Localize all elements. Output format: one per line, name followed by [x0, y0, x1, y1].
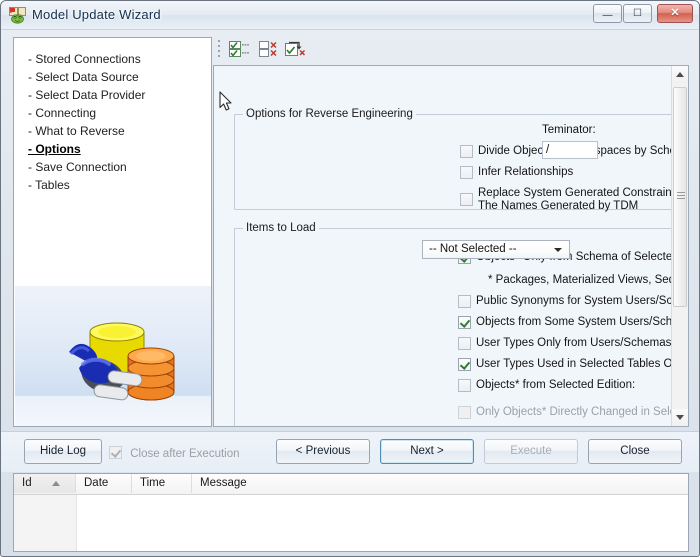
invert-selection-icon[interactable] [283, 38, 309, 60]
mouse-cursor [219, 91, 232, 111]
chevron-down-icon [554, 248, 562, 252]
sidebar-item-what-to-reverse[interactable]: - What to Reverse [26, 122, 206, 140]
checkbox-box [109, 446, 122, 459]
execute-button: Execute [484, 439, 578, 464]
window-title: Model Update Wizard [32, 7, 161, 22]
checkbox-label: Only Objects* Directly Changed in Select… [476, 406, 688, 418]
edition-combobox-value: -- Not Selected -- [429, 243, 517, 255]
column-header-label: Id [22, 477, 32, 489]
checkbox-label: User Types Used in Selected Tables Only [476, 358, 688, 370]
sidebar-item-connecting[interactable]: - Connecting [26, 104, 206, 122]
minimize-icon: — [602, 10, 613, 21]
checkbox-label-line1: Replace System Generated Constraint Name… [478, 187, 688, 199]
checkbox-label-line2: The Names Generated by TDM [478, 200, 639, 212]
checkbox-box [460, 166, 473, 179]
column-header-label: Date [84, 477, 109, 489]
client-area: - Stored Connections - Select Data Sourc… [1, 29, 699, 556]
wizard-button-bar: Hide Log Close after Execution < Previou… [1, 431, 699, 472]
scroll-down-button[interactable] [672, 409, 688, 426]
checkbox-box [458, 337, 471, 350]
sidebar-item-select-data-source[interactable]: - Select Data Source [26, 68, 206, 86]
sort-ascending-icon [52, 481, 60, 486]
wizard-step-list: - Stored Connections - Select Data Sourc… [26, 50, 206, 194]
sidebar-item-stored-connections[interactable]: - Stored Connections [26, 50, 206, 68]
close-button[interactable]: ✕ [657, 4, 693, 23]
close-icon: ✕ [670, 7, 680, 19]
close-after-execution-checkbox: Close after Execution [109, 444, 240, 460]
column-header-label: Time [140, 477, 166, 489]
wizard-step-panel: - Stored Connections - Select Data Sourc… [13, 37, 212, 427]
terminator-input[interactable] [542, 141, 598, 159]
hide-log-button[interactable]: Hide Log [24, 439, 102, 464]
options-scroll-panel: Options for Reverse Engineering Divide O… [213, 65, 689, 427]
column-header-time[interactable]: Time [132, 474, 192, 493]
sidebar-item-select-data-provider[interactable]: - Select Data Provider [26, 86, 206, 104]
check-all-icon[interactable] [227, 38, 253, 60]
checkbox-box [460, 145, 473, 158]
edition-combobox[interactable]: -- Not Selected -- [422, 240, 570, 259]
next-button[interactable]: Next > [380, 439, 474, 464]
maximize-icon: ☐ [633, 8, 642, 19]
triangle-down-icon [676, 415, 684, 420]
checkbox-label: Close after Execution [130, 448, 240, 460]
database-plug-illustration [69, 322, 175, 401]
checkbox-box [458, 295, 471, 308]
options-content: Options for Reverse Engineering Divide O… [214, 66, 688, 426]
checkbox-box [458, 406, 471, 419]
maximize-button[interactable]: ☐ [623, 4, 652, 23]
title-bar: Model Update Wizard — ☐ ✕ [1, 1, 699, 30]
checkbox-label: Public Synonyms for System Users/Schemas… [476, 295, 688, 307]
checkbox-label: Objects* from Selected Edition: [476, 379, 636, 391]
close-dialog-button[interactable]: Close [588, 439, 682, 464]
checkbox-label: User Types Only from Users/Schemas of Se… [476, 337, 688, 349]
objects-footnote: * Packages, Materialized Views, Sequence… [488, 274, 688, 286]
illustration-panel [15, 286, 211, 426]
options-toolbar [213, 35, 689, 63]
column-header-message[interactable]: Message [192, 474, 688, 493]
checkbox-box [460, 193, 473, 206]
sidebar-item-options[interactable]: - Options [26, 140, 206, 158]
toolbar-gripper[interactable] [218, 40, 221, 58]
column-header-label: Message [200, 477, 247, 489]
column-header-date[interactable]: Date [76, 474, 132, 493]
scrollbar-grip-icon [677, 192, 685, 199]
log-grid-header: Id Date Time Message [14, 474, 688, 495]
minimize-button[interactable]: — [593, 4, 622, 23]
column-header-id[interactable]: Id [14, 474, 76, 493]
model-update-wizard-window: Model Update Wizard — ☐ ✕ - Stored Conne… [0, 0, 700, 557]
options-vertical-scrollbar[interactable] [671, 66, 688, 426]
scrollbar-thumb[interactable] [673, 87, 687, 307]
sidebar-item-save-connection[interactable]: - Save Connection [26, 158, 206, 176]
scroll-up-button[interactable] [672, 66, 688, 83]
sorted-column-body [14, 494, 77, 551]
checkbox-box [458, 316, 471, 329]
reverse-engineering-group-title: Options for Reverse Engineering [243, 108, 416, 120]
sidebar-item-tables[interactable]: - Tables [26, 176, 206, 194]
checkbox-label: Objects from Some System Users/Schemas [476, 316, 689, 328]
app-icon [9, 6, 27, 24]
terminator-label: Teminator: [542, 124, 596, 136]
checkbox-box [458, 358, 471, 371]
checkbox-label: Infer Relationships [478, 166, 574, 178]
log-grid[interactable]: Id Date Time Message [13, 473, 689, 552]
previous-button[interactable]: < Previous [276, 439, 370, 464]
items-to-load-group-title: Items to Load [243, 222, 319, 234]
checkbox-box [458, 379, 471, 392]
uncheck-all-icon[interactable] [255, 38, 281, 60]
triangle-up-icon [676, 72, 684, 77]
